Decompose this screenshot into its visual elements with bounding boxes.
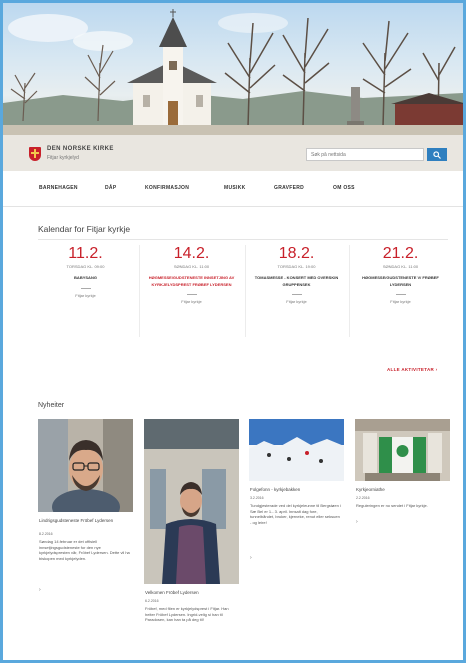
- news-read-more-caret[interactable]: ›: [356, 519, 358, 525]
- event-dash: [80, 287, 91, 289]
- event-dash: [186, 294, 197, 295]
- event-place: Fitjar kyrkje: [286, 299, 307, 304]
- event-time: SØNDAG KL. 11:00: [382, 264, 419, 269]
- event-date: 14.2.: [173, 245, 210, 262]
- event-title[interactable]: HØGMESSE/GUDSTENESTE INNSETJING AV KYRKJ…: [144, 275, 239, 288]
- news-title[interactable]: Velkomen Fröbef Lydersen: [145, 590, 237, 596]
- search-button[interactable]: [427, 148, 447, 161]
- page-frame: DEN NORSKE KIRKE Fitjar kyrkjelyd BARNEH…: [0, 0, 466, 663]
- news-image[interactable]: [249, 419, 344, 481]
- calendar-heading: Kalendar for Fitjar kyrkje: [38, 224, 131, 234]
- event-date: 11.2.: [68, 245, 103, 262]
- news-text: Reguleringen er no sendet i Fitjar kyrkj…: [356, 503, 428, 508]
- event-place: Fitjar kyrkje: [390, 299, 411, 304]
- calendar-event[interactable]: 14.2. SØNDAG KL. 11:00 HØGMESSE/GUDSTENE…: [144, 245, 239, 304]
- event-title[interactable]: HØGMESSE/GUDSTENESTE V/ FRØBEF LYDERSEN: [353, 275, 448, 288]
- news-title[interactable]: Lindrigsgudsteneste Fröbef Lydersen: [39, 518, 131, 524]
- news-text: Fröbef, med filen er kyrkjelydsprest i F…: [145, 606, 229, 622]
- event-time: TORSDAG KL. 09:00: [66, 264, 105, 269]
- nav-item-gravferd[interactable]: GRAVFERD: [274, 185, 304, 191]
- news-card[interactable]: Kyrkjeorniathe 2.2.2016 Reguleringen er …: [355, 419, 450, 549]
- news-image[interactable]: [144, 419, 239, 584]
- nav-item-konfirmasjon[interactable]: KONFIRMASJON: [145, 185, 189, 191]
- nav-item-musikk[interactable]: MUSIKK: [224, 185, 246, 191]
- news-date: 6.2.2016: [145, 599, 159, 603]
- event-date: 18.2.: [278, 245, 315, 262]
- news-date: 2.2.2016: [356, 496, 370, 500]
- event-time: SØNDAG KL. 11:00: [173, 264, 210, 269]
- calendar-separator: [139, 245, 140, 337]
- news-title[interactable]: Kyrkjeorniathe: [356, 487, 448, 493]
- org-subtitle: Fitjar kyrkjelyd: [47, 155, 79, 161]
- search-icon: [433, 151, 441, 159]
- event-title[interactable]: BABYSANG: [38, 275, 133, 282]
- nav-item-dap[interactable]: DÅP: [105, 185, 116, 191]
- event-dash: [395, 294, 406, 295]
- nav-item-om-oss[interactable]: OM OSS: [333, 185, 355, 191]
- news-text: Tundgjesterade ved del kyrkjeleunne til …: [250, 503, 341, 525]
- news-card[interactable]: Folgefonn - kyrkjebakken 3.2.2016 Tundgj…: [249, 419, 344, 579]
- calendar-divider: [38, 239, 448, 240]
- calendar-event[interactable]: 21.2. SØNDAG KL. 11:00 HØGMESSE/GUDSTENE…: [353, 245, 448, 304]
- news-card[interactable]: Velkomen Fröbef Lydersen 6.2.2016 Fröbef…: [144, 419, 239, 660]
- calendar-separator: [245, 245, 246, 337]
- all-activities-link[interactable]: ALLE AKTIVITETAR ›: [387, 367, 437, 372]
- news-image[interactable]: [38, 419, 133, 512]
- nav-item-barnehagen[interactable]: BARNEHAGEN: [39, 185, 78, 191]
- event-date: 21.2.: [382, 245, 419, 262]
- site-header: DEN NORSKE KIRKE Fitjar kyrkjelyd: [3, 135, 463, 172]
- hero-church-image: [3, 3, 463, 135]
- news-image[interactable]: [355, 419, 450, 481]
- calendar-event[interactable]: 18.2. TORSDAG KL. 19:00 TOMASMESSE - KON…: [249, 245, 344, 304]
- event-title[interactable]: TOMASMESSE - KONSERT MED OVERSKIN GRUPPE…: [249, 275, 344, 288]
- event-dash: [291, 294, 302, 295]
- event-place: Fitjar kyrkje: [181, 299, 202, 304]
- calendar-separator: [349, 245, 350, 337]
- logo-cross-bar: [31, 152, 39, 154]
- event-time: TORSDAG KL. 19:00: [277, 264, 316, 269]
- news-text: Søndag 14.februar er det offisiell innse…: [39, 539, 130, 561]
- news-read-more-caret[interactable]: ›: [39, 587, 41, 593]
- news-card[interactable]: Lindrigsgudsteneste Fröbef Lydersen 8.2.…: [38, 419, 133, 619]
- event-place: Fitjar kyrkje: [75, 292, 96, 298]
- news-title[interactable]: Folgefonn - kyrkjebakken: [250, 487, 342, 493]
- main-navigation: BARNEHAGEN DÅP KONFIRMASJON MUSIKK GRAVF…: [3, 171, 463, 207]
- news-read-more-caret[interactable]: ›: [250, 555, 252, 561]
- calendar-event[interactable]: 11.2. TORSDAG KL. 09:00 BABYSANG Fitjar …: [38, 245, 133, 298]
- org-name[interactable]: DEN NORSKE KIRKE: [47, 146, 114, 152]
- news-date: 8.2.2016: [39, 532, 53, 536]
- search-input[interactable]: [306, 148, 424, 161]
- news-heading: Nyheiter: [38, 402, 65, 409]
- news-date: 3.2.2016: [250, 496, 264, 500]
